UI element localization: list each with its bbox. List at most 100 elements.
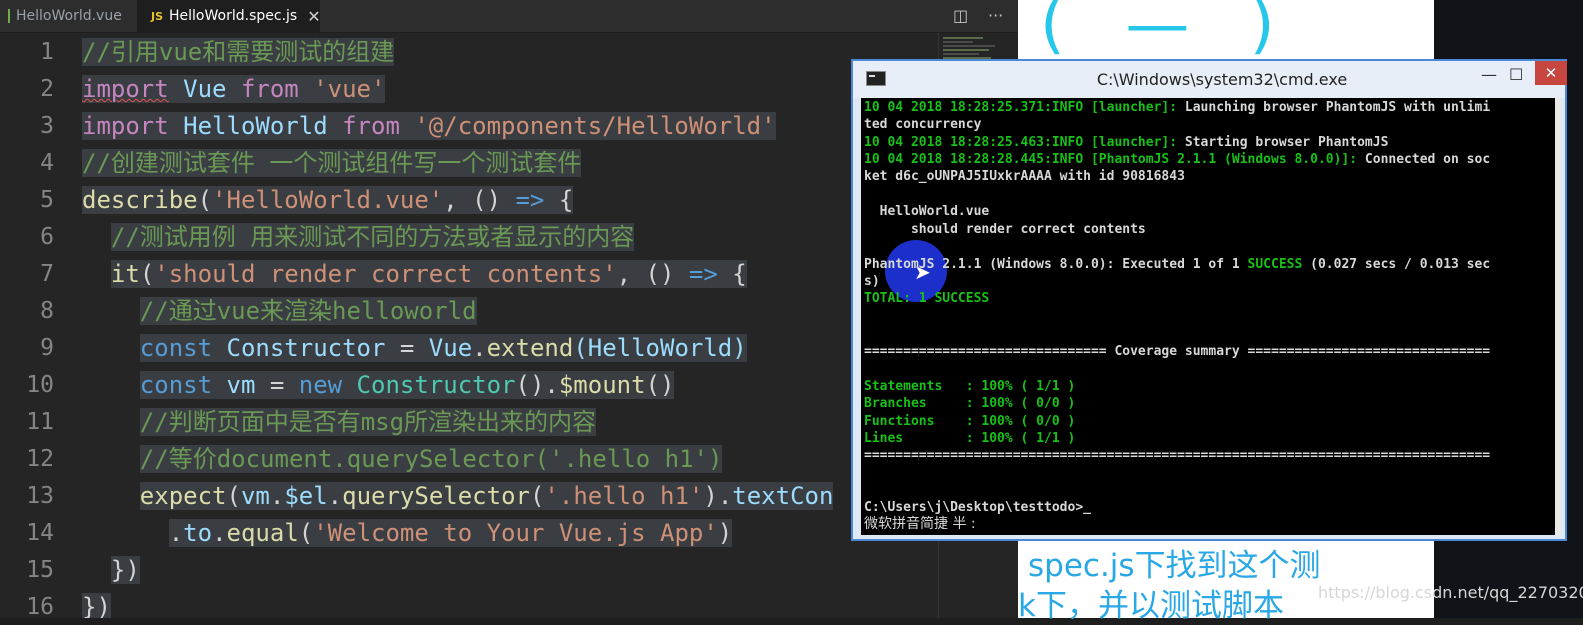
code-line: //等价document.querySelector('.hello h1'): [82, 441, 723, 478]
code-identifier: to: [183, 519, 213, 547]
console-line: Lines : 100% ( 1/1 ): [864, 430, 1075, 447]
minimize-icon[interactable]: —: [1481, 65, 1497, 84]
code-function: extend: [486, 334, 574, 362]
code-punct: .: [212, 519, 227, 547]
code-comment: //通过vue来渲染helloworld: [139, 297, 477, 325]
console-output[interactable]: 10 04 2018 18:28:25.371:INFO [launcher]:…: [861, 98, 1561, 535]
close-window-icon[interactable]: ✕: [1535, 61, 1567, 85]
code-punct: (: [139, 260, 155, 288]
code-punct: }): [110, 556, 140, 584]
line-number: 8: [40, 298, 54, 324]
line-number: 6: [40, 224, 54, 250]
total-success: TOTAL: 1 SUCCESS: [864, 291, 990, 306]
code-punct: {: [717, 260, 747, 288]
console-line: Branches : 100% ( 0/0 ): [864, 395, 1075, 412]
editor-tab-bar: HelloWorld.vue JS HelloWorld.spec.js ✕ ◫…: [0, 0, 1018, 33]
cmd-scrollbar[interactable]: [1555, 98, 1561, 535]
console-log-prefix: 10 04 2018 18:28:25.371:INFO [launcher]:: [864, 100, 1178, 115]
code-punct: (: [197, 186, 213, 214]
console-text: should render correct contents: [864, 222, 1146, 237]
console-line: TOTAL: 1 SUCCESS: [864, 290, 989, 307]
code-line: describe('HelloWorld.vue', () => {: [82, 182, 574, 219]
slide-caption-line-1: spec.js下找到这个测: [1028, 548, 1321, 584]
code-punct: ): [717, 519, 733, 547]
code-line: //通过vue来渲染helloworld: [82, 293, 477, 330]
console-line: s): [864, 273, 880, 290]
line-number: 10: [26, 372, 54, 398]
code-line: const Constructor = Vue.extend(HelloWorl…: [82, 330, 747, 367]
code-line: const vm = new Constructor().$mount(): [82, 367, 675, 404]
code-punct: .: [472, 334, 487, 362]
coverage-statements: Statements : 100% ( 1/1 ): [864, 379, 1076, 394]
slide-heading-glyph: ( — ): [1040, 0, 1295, 62]
code-function: it: [110, 260, 140, 288]
tab-helloworld-spec-js[interactable]: JS HelloWorld.spec.js ✕: [137, 0, 321, 32]
code-keyword: from: [240, 75, 299, 103]
code-punct: .: [327, 482, 343, 510]
success-label: SUCCESS: [1247, 257, 1303, 272]
code-string: 'HelloWorld.vue': [212, 186, 444, 214]
console-text: ted concurrency: [864, 117, 982, 132]
code-line: //测试用例 用来测试不同的方法或者显示的内容: [82, 219, 635, 256]
code-keyword: from: [342, 112, 400, 140]
line-number: 11: [26, 409, 54, 435]
code-line: //判断页面中是否有msg所渲染出来的内容: [82, 404, 597, 441]
code-comment: //测试用例 用来测试不同的方法或者显示的内容: [110, 223, 635, 251]
code-identifier: (HelloWorld): [573, 334, 747, 362]
code-line: //引用vue和需要测试的组建: [82, 34, 395, 71]
code-punct: =: [269, 371, 299, 399]
console-text: s): [864, 274, 880, 289]
line-number: 15: [26, 557, 54, 583]
code-identifier: vm: [240, 482, 270, 510]
console-line: ========================================…: [864, 447, 1490, 464]
console-line: should render correct contents: [864, 221, 1146, 238]
code-keyword: import: [82, 75, 169, 103]
command-prompt[interactable]: C:\Users\j\Desktop\testtodo>_: [864, 500, 1091, 515]
maximize-icon[interactable]: ☐: [1509, 65, 1523, 84]
code-punct: {: [544, 186, 574, 214]
code-punct: ).: [703, 482, 733, 510]
console-line: 10 04 2018 18:28:25.463:INFO [launcher]:…: [864, 134, 1388, 151]
console-line: 10 04 2018 18:28:25.371:INFO [launcher]:…: [864, 99, 1490, 116]
code-identifier: Vue: [168, 75, 241, 103]
code-line: .to.equal('Welcome to Your Vue.js App'): [82, 515, 733, 552]
tab-label: HelloWorld.vue: [16, 8, 122, 24]
code-punct: =: [399, 334, 429, 362]
code-punct: , (): [443, 186, 516, 214]
line-number: 1: [40, 39, 54, 65]
close-tab-icon[interactable]: ✕: [307, 7, 320, 26]
code-identifier: textCon: [732, 482, 834, 510]
line-number: 5: [40, 187, 54, 213]
more-icon[interactable]: ···: [988, 6, 1003, 25]
code-function: equal: [226, 519, 299, 547]
line-number: 14: [26, 520, 54, 546]
watermark-text: https://blog.csdn.net/qq_22703205: [1318, 583, 1583, 602]
console-text: ket d6c_oUNPAJ5IUxkrAAAA with id 9081684…: [864, 169, 1185, 184]
code-punct: (: [529, 482, 545, 510]
console-line: =============================== Coverage…: [864, 343, 1490, 360]
console-line: Statements : 100% ( 1/1 ): [864, 378, 1075, 395]
line-number: 9: [40, 335, 54, 361]
console-text: Starting browser PhantomJS: [1177, 135, 1389, 150]
code-comment: //判断页面中是否有msg所渲染出来的内容: [139, 408, 597, 436]
console-line: C:\Users\j\Desktop\testtodo>_: [864, 499, 1091, 516]
tab-label: HelloWorld.spec.js: [169, 8, 298, 24]
code-string: 'Welcome to Your Vue.js App': [313, 519, 718, 547]
code-keyword: const: [139, 371, 213, 399]
console-log-prefix: 10 04 2018 18:28:28.445:INFO [PhantomJS …: [864, 152, 1358, 167]
cmd-title-bar[interactable]: C:\Windows\system32\cmd.exe — ☐ ✕: [853, 61, 1567, 98]
code-identifier: HelloWorld: [168, 112, 343, 140]
code-function: expect: [139, 482, 227, 510]
code-punct: ().: [515, 371, 559, 399]
code-identifier: Constructor: [212, 334, 400, 362]
code-line: expect(vm.$el.querySelector('.hello h1')…: [82, 478, 834, 515]
line-number: 12: [26, 446, 54, 472]
code-punct: (: [298, 519, 314, 547]
coverage-divider: ========================================…: [864, 448, 1491, 463]
coverage-branches: Branches : 100% ( 0/0 ): [864, 396, 1076, 411]
cmd-window: C:\Windows\system32\cmd.exe — ☐ ✕ 10 04 …: [851, 59, 1567, 541]
code-arrow: =>: [688, 260, 718, 288]
tab-helloworld-vue[interactable]: HelloWorld.vue: [0, 0, 137, 32]
split-editor-icon[interactable]: ◫: [953, 6, 968, 25]
code-punct: (): [645, 371, 675, 399]
